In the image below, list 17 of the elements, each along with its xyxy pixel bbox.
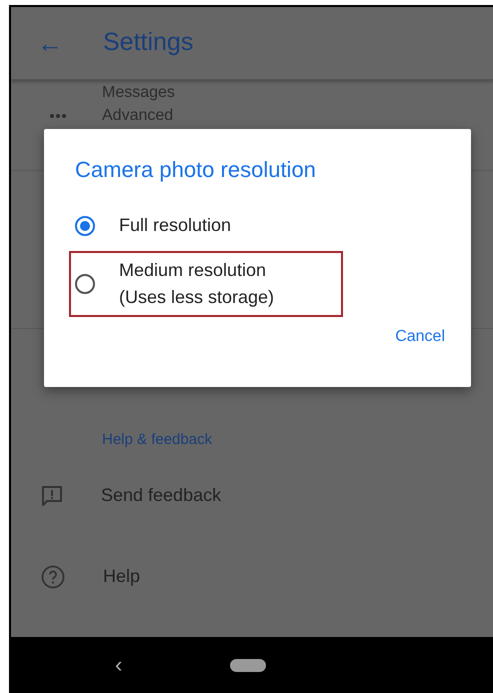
option-label[interactable]: Full resolution <box>119 212 232 239</box>
help-icon <box>41 564 65 588</box>
screen-title: Settings <box>103 27 194 58</box>
nav-back-button[interactable]: ‹ <box>115 654 122 676</box>
setting-label: Advanced <box>102 106 174 126</box>
home-button[interactable] <box>230 658 266 672</box>
section-header: Help & feedback <box>102 430 212 447</box>
setting-item[interactable]: Help <box>103 563 140 590</box>
option-label[interactable]: Medium resolution (Uses less storage) <box>119 257 274 311</box>
radio-button[interactable] <box>75 274 95 294</box>
dialog-title: Camera photo resolution <box>75 156 317 184</box>
radio-button[interactable] <box>75 216 95 236</box>
more-icon <box>49 112 67 118</box>
setting-item[interactable]: Send feedback <box>101 482 222 509</box>
cancel-button[interactable]: Cancel <box>393 323 447 351</box>
feedback-icon <box>41 484 63 506</box>
setting-label: Messages <box>102 82 175 102</box>
